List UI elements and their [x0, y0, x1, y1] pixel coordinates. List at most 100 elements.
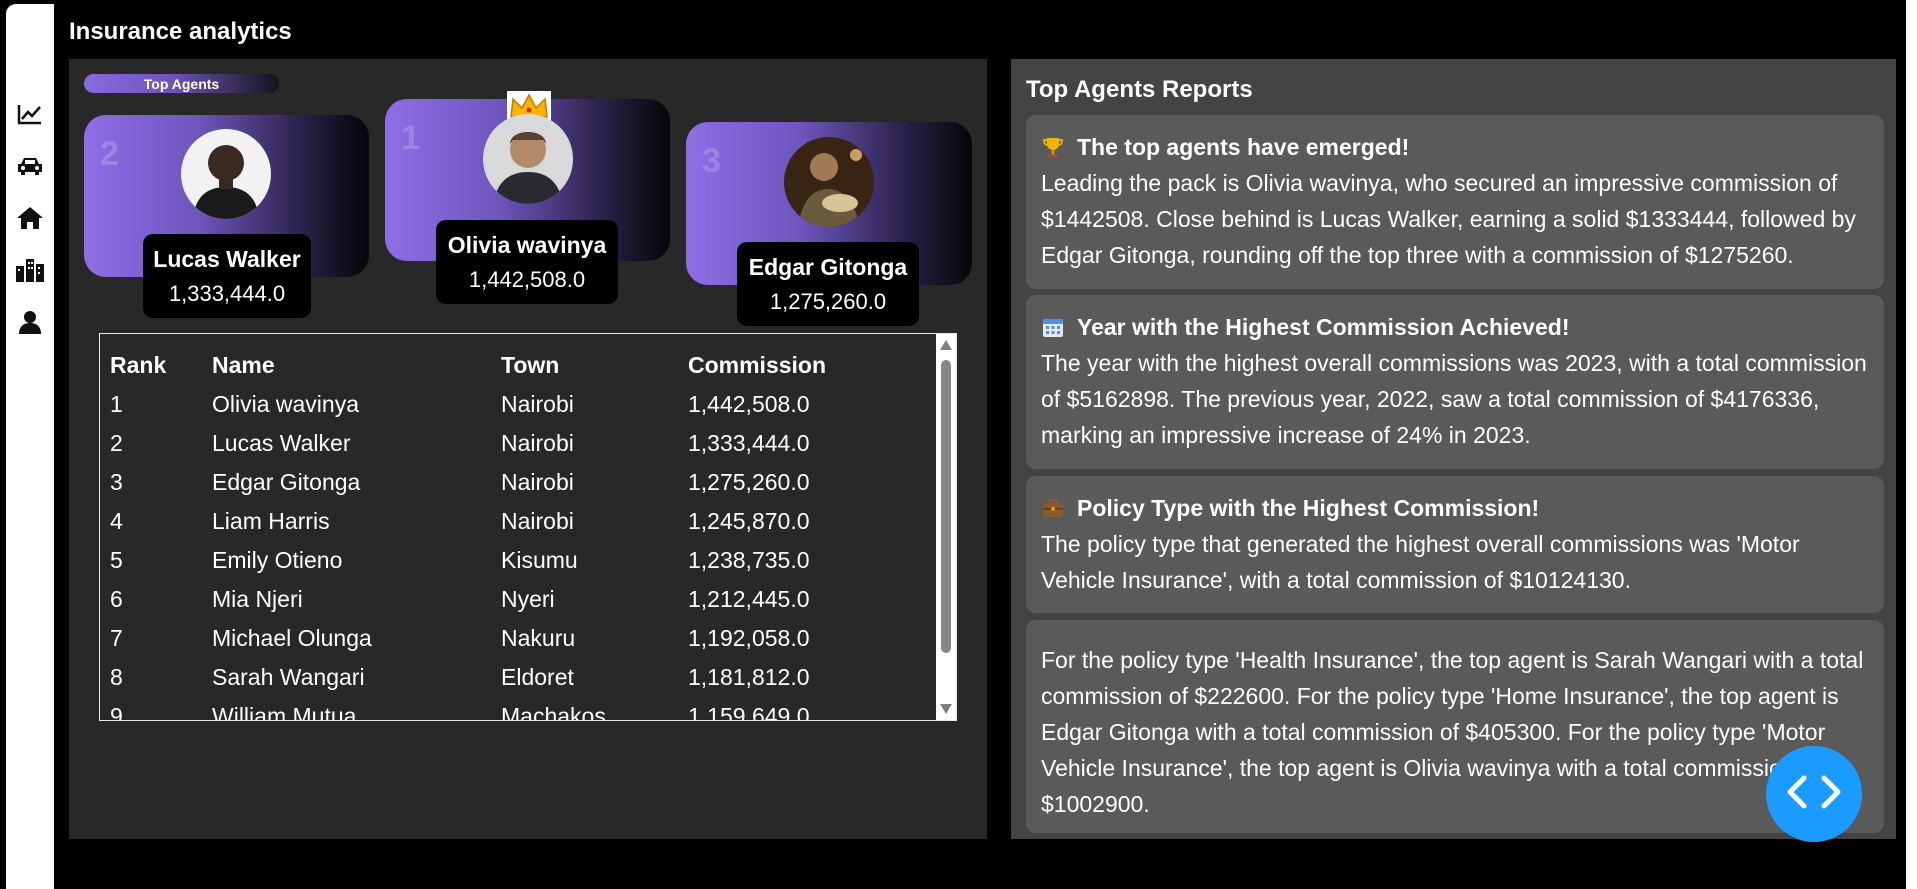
podium-name-box: Olivia wavinya 1,442,508.0: [436, 220, 618, 304]
report-body: The policy type that generated the highe…: [1041, 531, 1800, 593]
cell-name: Olivia wavinya: [212, 391, 359, 417]
column-header-town[interactable]: Town: [501, 352, 688, 379]
cell-rank: 1: [110, 391, 123, 417]
report-heading-text: Year with the Highest Commission Achieve…: [1077, 314, 1570, 340]
avatar: [483, 114, 573, 204]
table-row: 6 Mia Njeri Nyeri 1,212,445.0: [110, 580, 940, 619]
cell-rank: 4: [110, 508, 123, 534]
cell-town: Nairobi: [501, 391, 574, 417]
table-header-row: Rank Name Town Commission: [110, 346, 940, 385]
calendar-icon: [1041, 315, 1065, 339]
column-header-commission[interactable]: Commission: [688, 352, 940, 379]
column-header-rank[interactable]: Rank: [110, 352, 212, 379]
podium-rank: 2: [100, 135, 119, 173]
car-icon[interactable]: [12, 148, 48, 184]
table-row: 9 William Mutua Machakos 1,159,649.0: [110, 697, 940, 721]
cell-town: Nairobi: [501, 430, 574, 456]
agents-table[interactable]: Rank Name Town Commission 1 Olivia waviny…: [99, 333, 957, 721]
report-heading-text: Policy Type with the Highest Commission!: [1077, 495, 1540, 521]
cell-commission: 1,333,444.0: [688, 430, 810, 456]
agent-commission: 1,333,444.0: [168, 281, 286, 306]
table-row: 1 Olivia wavinya Nairobi 1,442,508.0: [110, 385, 940, 424]
city-icon[interactable]: [12, 252, 48, 288]
scroll-up-arrow-icon[interactable]: [940, 340, 952, 350]
table-scrollbar[interactable]: [936, 334, 956, 720]
cell-name: Lucas Walker: [212, 430, 351, 456]
podium-name-box: Edgar Gitonga 1,275,260.0: [737, 242, 919, 326]
line-chart-icon[interactable]: [12, 96, 48, 132]
podium-name-box: Lucas Walker 1,333,444.0: [143, 234, 311, 318]
avatar: [181, 129, 271, 219]
window-edge: [1906, 0, 1917, 889]
briefcase-icon: [1041, 496, 1065, 520]
trophy-icon: [1041, 135, 1065, 159]
report-heading-text: The top agents have emerged!: [1077, 134, 1410, 160]
scroll-thumb[interactable]: [941, 360, 951, 653]
cell-commission: 1,181,812.0: [688, 664, 810, 690]
top-agents-pill: Top Agents: [84, 74, 279, 93]
cell-commission: 1,212,445.0: [688, 586, 810, 612]
table-row: 2 Lucas Walker Nairobi 1,333,444.0: [110, 424, 940, 463]
cell-town: Nairobi: [501, 508, 574, 534]
cell-rank: 8: [110, 664, 123, 690]
cell-commission: 1,245,870.0: [688, 508, 810, 534]
home-icon[interactable]: [12, 200, 48, 236]
cell-town: Nairobi: [501, 469, 574, 495]
cell-name: Edgar Gitonga: [212, 469, 361, 495]
report-heading: Policy Type with the Highest Commission!: [1041, 490, 1869, 526]
cell-town: Kisumu: [501, 547, 578, 573]
table-row: 3 Edgar Gitonga Nairobi 1,275,260.0: [110, 463, 940, 502]
cell-name: Liam Harris: [212, 508, 330, 534]
cell-commission: 1,192,058.0: [688, 625, 810, 651]
report-body: The year with the highest overall commis…: [1041, 350, 1867, 448]
cell-commission: 1,442,508.0: [688, 391, 810, 417]
cell-town: Machakos: [501, 703, 606, 721]
report-card-policy-agents: For the policy type 'Health Insurance', …: [1026, 620, 1884, 833]
avatar: [784, 137, 874, 227]
report-heading: Year with the Highest Commission Achieve…: [1041, 309, 1869, 345]
cell-commission: 1,238,735.0: [688, 547, 810, 573]
report-body: Leading the pack is Olivia wavinya, who …: [1041, 170, 1856, 268]
cell-name: Sarah Wangari: [212, 664, 365, 690]
report-body: For the policy type 'Health Insurance', …: [1041, 647, 1864, 817]
cell-rank: 7: [110, 625, 123, 651]
table-row: 4 Liam Harris Nairobi 1,245,870.0: [110, 502, 940, 541]
table-row: 7 Michael Olunga Nakuru 1,192,058.0: [110, 619, 940, 658]
cell-rank: 2: [110, 430, 123, 456]
cell-commission: 1,275,260.0: [688, 469, 810, 495]
cell-town: Nyeri: [501, 586, 555, 612]
report-card-policy-type: Policy Type with the Highest Commission!…: [1026, 476, 1884, 613]
cell-rank: 3: [110, 469, 123, 495]
cell-town: Nakuru: [501, 625, 576, 651]
app-frame: Insurance analytics Top Agents 2 Lucas W…: [0, 0, 1917, 889]
cell-town: Eldoret: [501, 664, 574, 690]
page-title: Insurance analytics: [69, 18, 292, 45]
podium-rank: 3: [702, 142, 721, 180]
agent-commission: 1,275,260.0: [769, 289, 887, 314]
report-card-year: Year with the Highest Commission Achieve…: [1026, 295, 1884, 469]
cell-rank: 5: [110, 547, 123, 573]
report-card-top-agents: The top agents have emerged! Leading the…: [1026, 115, 1884, 289]
agent-name: Edgar Gitonga: [748, 254, 908, 280]
agent-name: Olivia wavinya: [447, 232, 607, 258]
cell-name: Mia Njeri: [212, 586, 303, 612]
cell-commission: 1,159,649.0: [688, 703, 810, 721]
table-row: 5 Emily Otieno Kisumu 1,238,735.0: [110, 541, 940, 580]
cell-rank: 9: [110, 703, 123, 721]
report-heading: The top agents have emerged!: [1041, 129, 1869, 165]
column-header-name[interactable]: Name: [212, 352, 501, 379]
agent-commission: 1,442,508.0: [468, 267, 586, 292]
scroll-down-arrow-icon[interactable]: [940, 704, 952, 714]
sidebar: [6, 4, 54, 889]
table-row: 8 Sarah Wangari Eldoret 1,181,812.0: [110, 658, 940, 697]
code-brackets-icon: [1784, 774, 1844, 815]
user-icon[interactable]: [12, 304, 48, 340]
reports-title: Top Agents Reports: [1026, 76, 1253, 103]
agents-table-body: Rank Name Town Commission 1 Olivia waviny…: [110, 346, 940, 721]
cell-name: Emily Otieno: [212, 547, 343, 573]
cell-rank: 6: [110, 586, 123, 612]
agent-name: Lucas Walker: [153, 246, 301, 272]
cell-name: William Mutua: [212, 703, 357, 721]
cell-name: Michael Olunga: [212, 625, 372, 651]
code-view-button[interactable]: [1766, 746, 1862, 842]
